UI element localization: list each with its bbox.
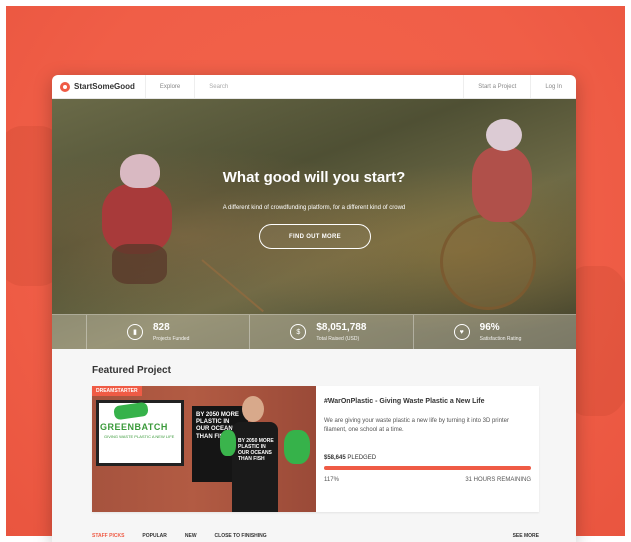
- tab-staff-picks[interactable]: STAFF PICKS: [92, 533, 124, 539]
- see-more-link[interactable]: SEE MORE: [513, 533, 539, 539]
- project-image[interactable]: DREAMSTARTER GREENBATCH GIVING WASTE PLA…: [92, 386, 316, 512]
- project-image-screen-subtext: GIVING WASTE PLASTIC A NEW LIFE: [104, 434, 175, 439]
- hero-title: What good will you start?: [222, 169, 406, 186]
- tab-new[interactable]: NEW: [185, 533, 197, 539]
- heart-icon: ♥: [453, 324, 470, 340]
- hero-photo-person-right: [438, 119, 548, 319]
- stat-label: Total Raised (USD): [316, 335, 360, 342]
- stats-bar: ▮ 828 Projects Funded $ $8,051,788 Total…: [52, 314, 576, 349]
- stat-value: $8,051,788: [316, 321, 367, 333]
- browser-window: StartSomeGood Explore Search Start a Pro…: [52, 75, 576, 542]
- hero-banner: What good will you start? A different ki…: [52, 99, 576, 349]
- project-image-person-head: [242, 396, 264, 422]
- featured-project-card[interactable]: DREAMSTARTER GREENBATCH GIVING WASTE PLA…: [92, 386, 539, 512]
- project-tabs: STAFF PICKS POPULAR NEW CLOSE TO FINISHI…: [92, 533, 539, 539]
- featured-section: Featured Project DREAMSTARTER GREENBATCH…: [52, 349, 576, 542]
- site-logo[interactable]: StartSomeGood: [52, 75, 146, 98]
- project-image-shirt-text: BY 2050 MORE PLASTIC IN OUR OCEANS THAN …: [238, 438, 274, 462]
- bottle-icon: [220, 430, 236, 456]
- find-out-more-button[interactable]: FIND OUT MORE: [259, 224, 371, 249]
- pledged-value: $58,645: [324, 455, 346, 461]
- pledged-amount: $58,645 PLEDGED: [324, 455, 376, 461]
- top-navigation: StartSomeGood Explore Search Start a Pro…: [52, 75, 576, 99]
- nav-explore-link[interactable]: Explore: [146, 75, 196, 98]
- funding-progress-fill: [324, 466, 531, 470]
- pledged-label: PLEDGED: [347, 455, 377, 461]
- bottle-icon: [284, 430, 310, 464]
- funding-percent: 117%: [324, 477, 339, 483]
- logo-text: StartSomeGood: [74, 82, 135, 91]
- hero-subtitle: A different kind of crowdfunding platfor…: [222, 205, 406, 211]
- project-details: #WarOnPlastic - Giving Waste Plastic a N…: [316, 386, 539, 512]
- start-project-link[interactable]: Start a Project: [463, 75, 530, 98]
- stat-label: Satisfaction Rating: [479, 335, 522, 342]
- tab-close-to-finishing[interactable]: CLOSE TO FINISHING: [215, 533, 267, 539]
- funding-progress-bar: [324, 466, 531, 470]
- money-icon: $: [290, 324, 307, 340]
- stat-value: 96%: [479, 321, 500, 333]
- hero-photo-stick: [201, 259, 264, 313]
- project-image-person: [232, 422, 278, 512]
- stat-satisfaction: ♥ 96% Satisfaction Rating: [414, 315, 576, 349]
- bar-chart-icon: ▮: [127, 324, 143, 340]
- logo-icon: [60, 81, 70, 92]
- dreamstarter-badge: DREAMSTARTER: [92, 386, 142, 396]
- stat-label: Projects Funded: [153, 335, 190, 342]
- stat-projects-funded: ▮ 828 Projects Funded: [87, 315, 251, 349]
- time-remaining: 31 HOURS REMAINING: [465, 477, 531, 483]
- search-input[interactable]: Search: [195, 84, 463, 90]
- project-title[interactable]: #WarOnPlastic - Giving Waste Plastic a N…: [324, 398, 531, 405]
- project-description: We are giving your waste plastic a new l…: [324, 418, 509, 434]
- login-link[interactable]: Log In: [530, 75, 576, 98]
- featured-heading: Featured Project: [92, 365, 171, 376]
- project-image-screen-text: GREENBATCH: [100, 422, 168, 432]
- stat-total-raised: $ $8,051,788 Total Raised (USD): [250, 315, 414, 349]
- stat-value: 828: [153, 321, 170, 333]
- tab-popular[interactable]: POPULAR: [142, 533, 166, 539]
